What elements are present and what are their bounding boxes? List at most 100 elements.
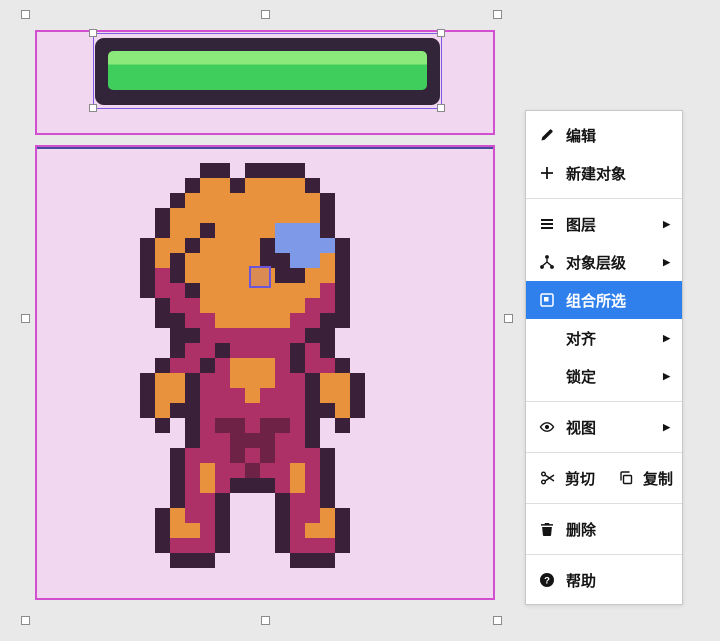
sprite-pixel — [140, 523, 155, 538]
sprite-pixel — [305, 163, 320, 178]
sprite-pixel — [215, 478, 230, 493]
menu-item-object-hierarchy[interactable]: 对象层级 ▶ — [526, 243, 682, 281]
object-anchor[interactable] — [249, 266, 271, 288]
sprite-pixel — [140, 553, 155, 568]
selection-handle[interactable] — [437, 29, 445, 37]
sprite-pixel — [215, 373, 230, 388]
sprite-pixel — [185, 508, 200, 523]
sprite-pixel — [185, 223, 200, 238]
selection-handle[interactable] — [437, 104, 445, 112]
menu-item-align[interactable]: 对齐 ▶ — [526, 319, 682, 357]
sprite-pixel — [275, 343, 290, 358]
sprite-pixel — [350, 463, 365, 478]
sprite-pixel — [155, 463, 170, 478]
sprite-pixel — [155, 418, 170, 433]
sprite-pixel — [170, 373, 185, 388]
menu-item-label: 对齐 — [566, 330, 597, 348]
sprite-pixel — [335, 298, 350, 313]
sprite-pixel — [320, 478, 335, 493]
menu-item-cut[interactable]: 剪切 — [526, 459, 604, 497]
selection-handle[interactable] — [89, 29, 97, 37]
sprite-pixel — [335, 553, 350, 568]
sprite-pixel — [365, 268, 380, 283]
sprite-pixel — [320, 253, 335, 268]
sprite-pixel — [365, 298, 380, 313]
selection-handle[interactable] — [493, 10, 502, 19]
sprite-pixel — [305, 553, 320, 568]
selection-handle[interactable] — [21, 616, 30, 625]
sprite-pixel — [335, 283, 350, 298]
menu-item-help[interactable]: ? 帮助 — [526, 561, 682, 599]
sprite-pixel — [155, 523, 170, 538]
menu-item-new-object[interactable]: 新建对象 — [526, 154, 682, 192]
sprite-pixel — [260, 373, 275, 388]
sprite-pixel — [290, 298, 305, 313]
sprite-pixel — [230, 313, 245, 328]
sprite-pixel — [350, 313, 365, 328]
sprite-pixel — [140, 253, 155, 268]
sprite-pixel — [305, 343, 320, 358]
sprite-pixel — [365, 478, 380, 493]
sprite-pixel — [140, 448, 155, 463]
selection-handle[interactable] — [261, 616, 270, 625]
sprite-pixel — [140, 493, 155, 508]
menu-item-copy[interactable]: 复制 — [604, 459, 682, 497]
sprite-pixel — [215, 328, 230, 343]
sprite-pixel — [350, 193, 365, 208]
sprite-pixel — [200, 238, 215, 253]
sprite-pixel — [305, 463, 320, 478]
sprite-pixel — [275, 328, 290, 343]
menu-item-view[interactable]: 视图 ▶ — [526, 408, 682, 446]
selection-handle[interactable] — [89, 104, 97, 112]
selection-handle[interactable] — [261, 10, 270, 19]
selection-handle[interactable] — [21, 10, 30, 19]
healthbar-sprite[interactable] — [95, 38, 440, 105]
selection-handle[interactable] — [493, 616, 502, 625]
menu-item-lock[interactable]: 锁定 ▶ — [526, 357, 682, 395]
menu-item-label: 新建对象 — [566, 165, 627, 183]
menu-item-label: 组合所选 — [566, 292, 627, 310]
menu-item-delete[interactable]: 删除 — [526, 510, 682, 548]
sprite-pixel — [185, 343, 200, 358]
sprite-pixel — [155, 538, 170, 553]
sprite-pixel — [275, 508, 290, 523]
menu-item-group-selection[interactable]: 组合所选 — [526, 281, 682, 319]
sprite-pixel — [185, 238, 200, 253]
svg-text:?: ? — [544, 575, 550, 586]
sprite-pixel — [170, 253, 185, 268]
sprite-pixel — [275, 193, 290, 208]
selection-handle[interactable] — [21, 314, 30, 323]
sprite-pixel — [365, 553, 380, 568]
sprite-pixel — [155, 283, 170, 298]
sprite-pixel — [170, 283, 185, 298]
menu-item-edit[interactable]: 编辑 — [526, 116, 682, 154]
sprite-pixel — [140, 538, 155, 553]
sprite-pixel — [230, 358, 245, 373]
sprite-pixel — [305, 223, 320, 238]
sprite-pixel — [155, 388, 170, 403]
sprite-pixel — [170, 223, 185, 238]
character-sprite[interactable] — [140, 163, 395, 583]
sprite-pixel — [335, 508, 350, 523]
sprite-pixel — [200, 538, 215, 553]
sprite-pixel — [365, 373, 380, 388]
sprite-pixel — [350, 373, 365, 388]
sprite-pixel — [365, 508, 380, 523]
sprite-pixel — [155, 508, 170, 523]
sprite-pixel — [155, 568, 170, 583]
sprite-pixel — [230, 523, 245, 538]
sprite-pixel — [170, 178, 185, 193]
sprite-pixel — [140, 298, 155, 313]
menu-item-layers[interactable]: 图层 ▶ — [526, 205, 682, 243]
sprite-pixel — [170, 433, 185, 448]
sprite-pixel — [290, 358, 305, 373]
sprite-pixel — [335, 253, 350, 268]
sprite-pixel — [245, 448, 260, 463]
sprite-pixel — [290, 568, 305, 583]
sprite-pixel — [140, 433, 155, 448]
sprite-pixel — [200, 568, 215, 583]
sprite-pixel — [215, 508, 230, 523]
sprite-pixel — [305, 313, 320, 328]
sprite-pixel — [290, 178, 305, 193]
selection-handle[interactable] — [504, 314, 513, 323]
